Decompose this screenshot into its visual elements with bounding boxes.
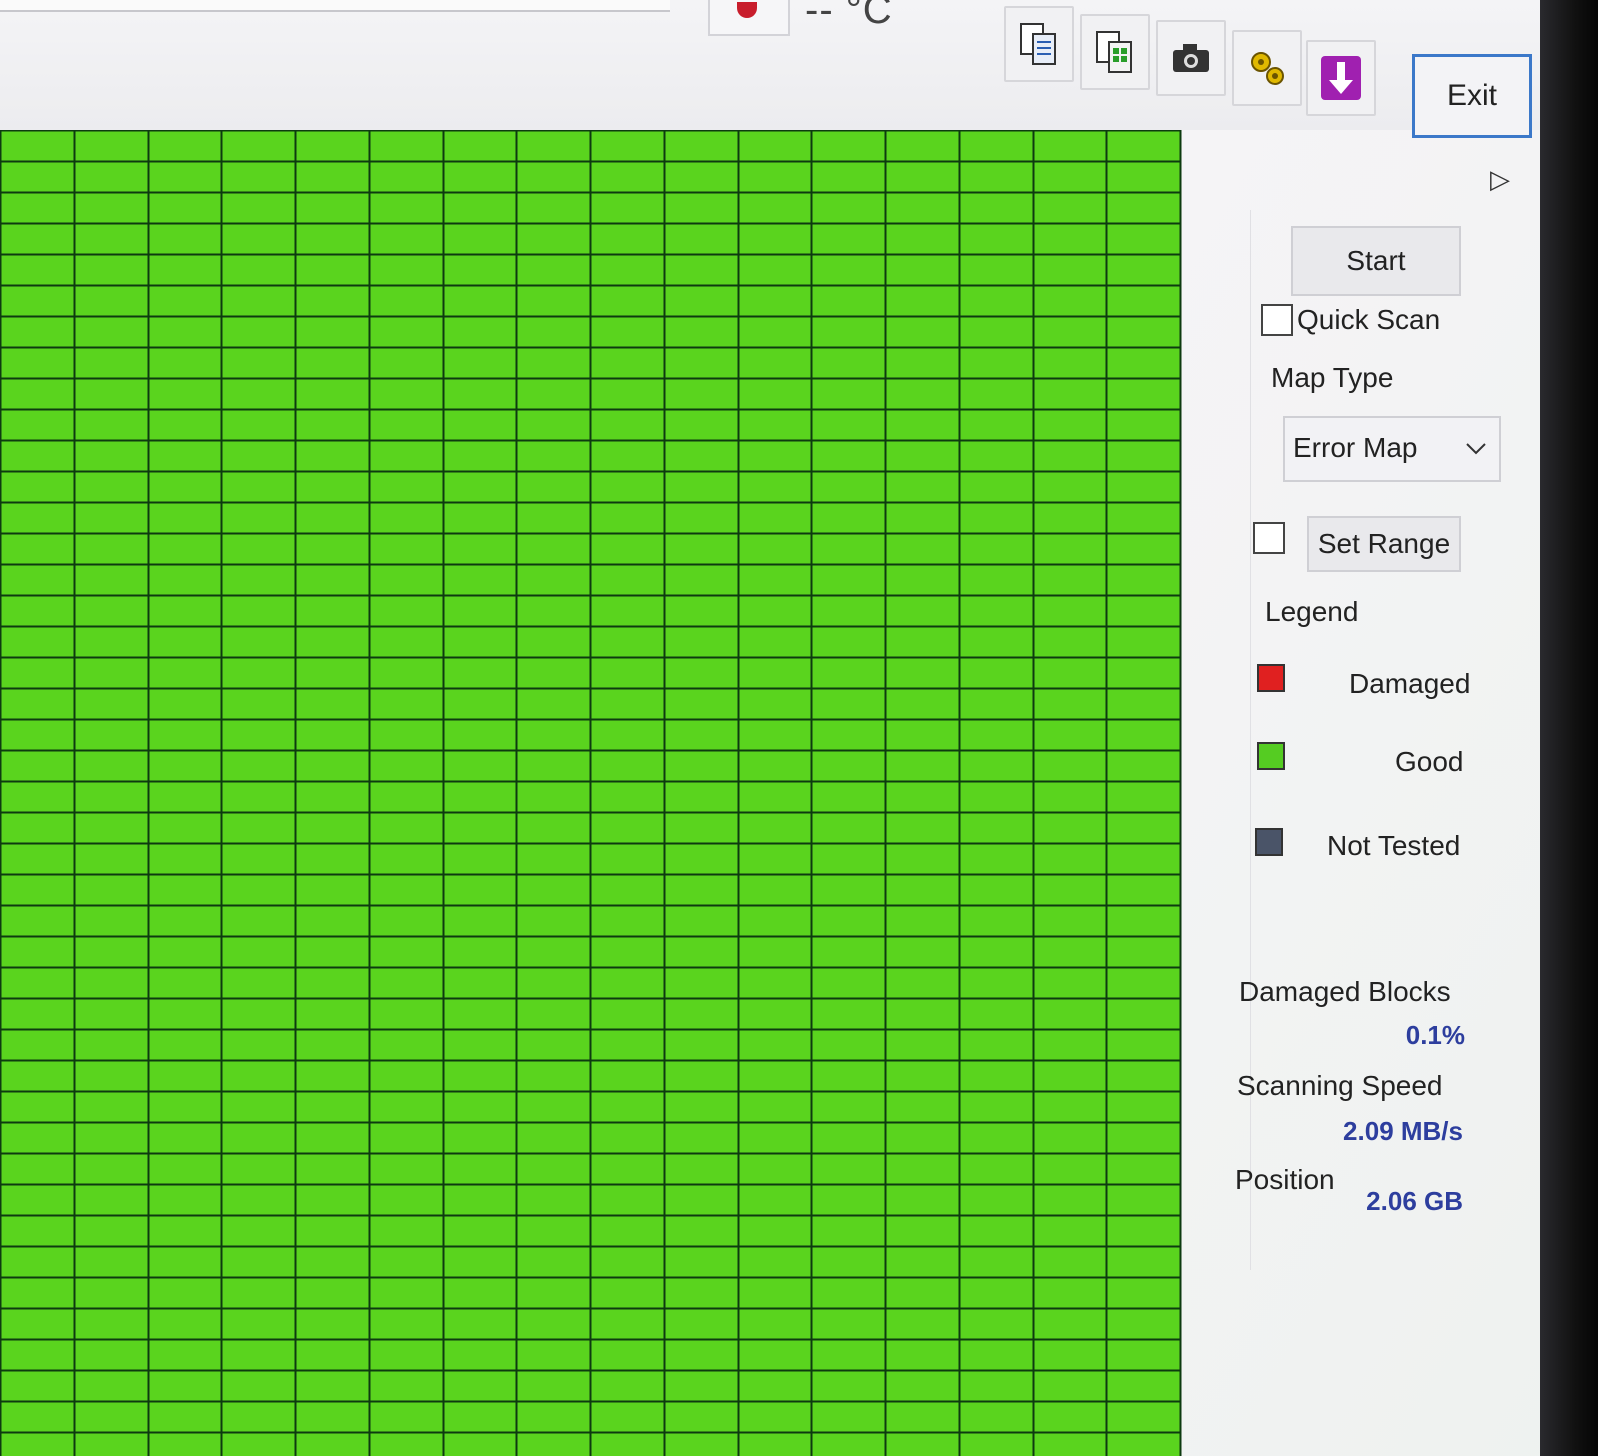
copy-report-icon	[1020, 23, 1056, 65]
copy-map-button[interactable]	[1080, 14, 1150, 90]
expand-panel-icon[interactable]: ▷	[1490, 164, 1510, 195]
copy-map-icon	[1096, 31, 1132, 73]
position-label: Position	[1235, 1164, 1335, 1195]
screenshot-button[interactable]	[1156, 20, 1226, 96]
legend-not-tested-swatch	[1255, 828, 1283, 856]
settings-gears-icon	[1251, 52, 1284, 85]
legend-damaged-swatch	[1257, 664, 1285, 692]
quick-scan-checkbox[interactable]	[1261, 304, 1293, 336]
position-value: 2.06 GB	[1366, 1186, 1463, 1216]
temperature-readout: -- °C	[805, 0, 893, 32]
download-arrow-icon	[1321, 56, 1361, 100]
block-error-map	[0, 130, 1210, 1456]
toolbar: -- °C Exit	[0, 0, 1598, 138]
legend-damaged-label: Damaged	[1349, 668, 1471, 699]
set-range-button[interactable]: Set Range	[1307, 516, 1461, 572]
options-button[interactable]	[1232, 30, 1302, 106]
damaged-blocks-value: 0.1%	[1405, 1020, 1465, 1050]
exit-button[interactable]: Exit	[1412, 54, 1532, 138]
quick-scan-label: Quick Scan	[1297, 304, 1441, 335]
map-type-label: Map Type	[1271, 362, 1394, 393]
damaged-blocks-label: Damaged Blocks	[1239, 976, 1451, 1007]
update-button[interactable]	[1306, 40, 1376, 116]
scanning-speed-label: Scanning Speed	[1237, 1070, 1443, 1101]
legend-good-swatch	[1257, 742, 1285, 770]
map-type-select[interactable]: Error Map	[1283, 416, 1501, 482]
camera-icon	[1173, 44, 1209, 72]
map-type-value: Error Map	[1293, 432, 1418, 463]
chevron-down-icon	[1466, 443, 1486, 455]
temperature-button[interactable]	[708, 0, 790, 36]
scanning-speed-value: 2.09 MB/s	[1343, 1116, 1463, 1146]
set-range-checkbox[interactable]	[1253, 522, 1285, 554]
copy-report-button[interactable]	[1004, 6, 1074, 82]
legend-good-label: Good	[1395, 746, 1464, 777]
legend-title: Legend	[1265, 596, 1359, 627]
monitor-bezel	[1540, 0, 1598, 1456]
legend-not-tested-label: Not Tested	[1327, 830, 1461, 861]
block-grid	[0, 130, 1182, 1456]
drive-selector[interactable]	[0, 0, 670, 12]
thermometer-icon	[737, 2, 757, 18]
start-button[interactable]: Start	[1291, 226, 1461, 296]
control-panel: Start Quick Scan Map Type Error Map Set …	[1235, 210, 1531, 1270]
